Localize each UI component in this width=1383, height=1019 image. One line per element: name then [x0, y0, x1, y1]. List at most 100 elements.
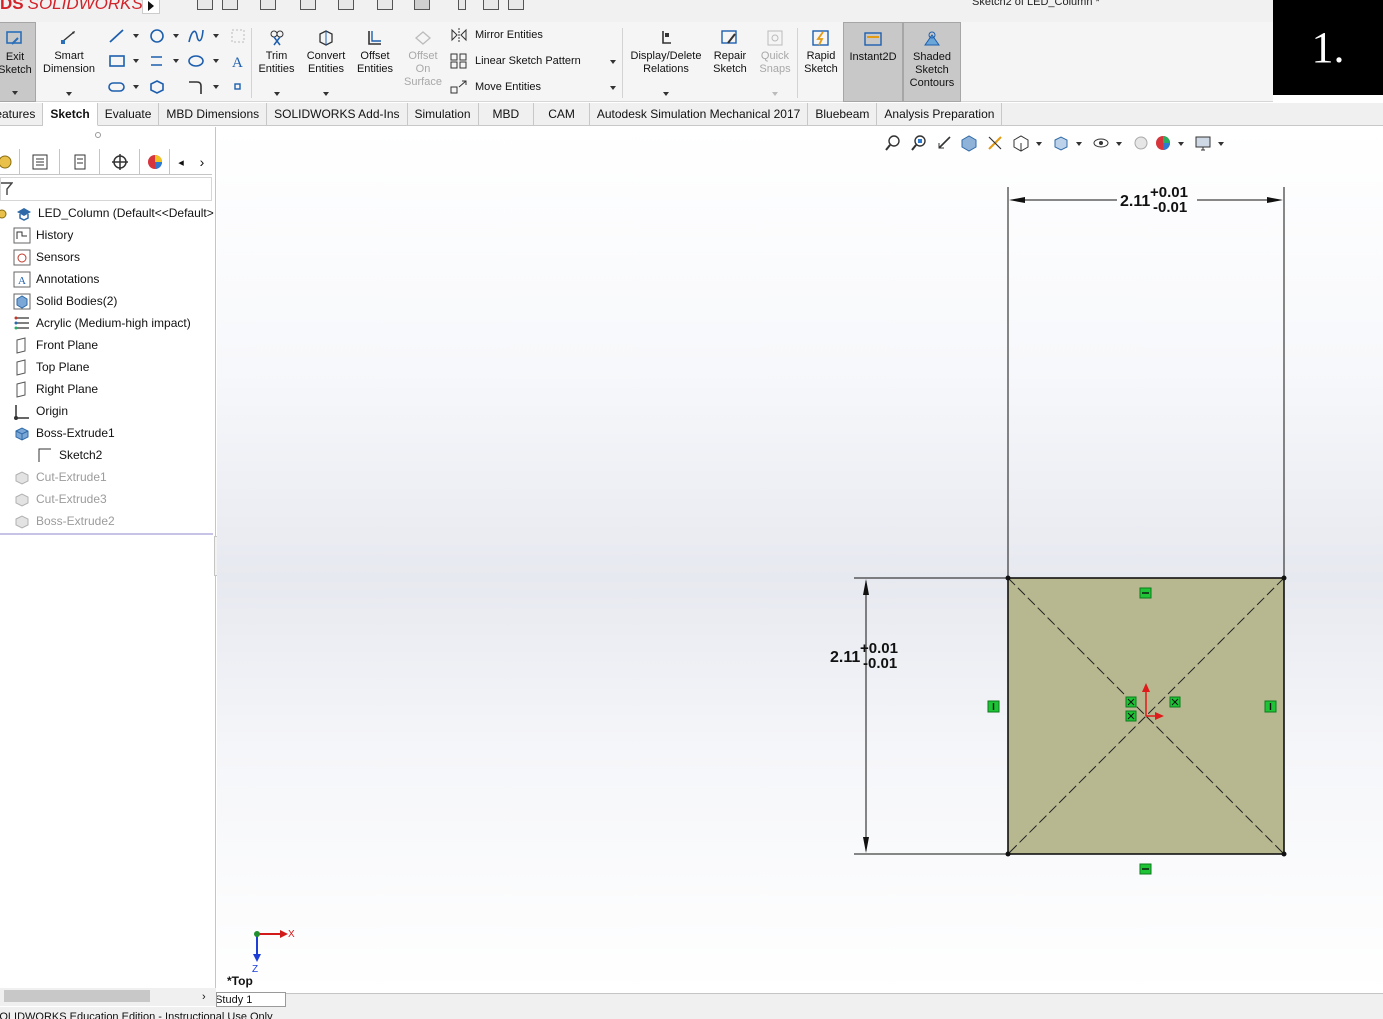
rollback-bar[interactable]	[0, 533, 213, 535]
tree-item-sketch2[interactable]: Sketch2	[35, 444, 102, 466]
tab-analysis-preparation[interactable]: Analysis Preparation	[877, 103, 1003, 126]
instant2d-button[interactable]: Instant2D	[843, 22, 903, 102]
tab-mbd[interactable]: MBD	[479, 103, 535, 126]
save-icon[interactable]	[300, 0, 316, 10]
graphics-area[interactable]: 2.11 +0.01 -0.01 2.11 +0.01 -0.01 X Z *T…	[217, 127, 1383, 993]
tree-item-material[interactable]: Acrylic (Medium-high impact)	[12, 312, 191, 334]
configuration-manager-tab[interactable]	[60, 149, 100, 175]
tree-item-right-plane[interactable]: Right Plane	[12, 378, 98, 400]
rebuild-icon[interactable]	[458, 0, 466, 10]
menu-expand-arrow-icon[interactable]	[142, 0, 160, 14]
tree-item-label: Top Plane	[36, 360, 90, 374]
spline-icon[interactable]	[186, 27, 206, 45]
print-icon[interactable]	[338, 0, 354, 10]
expand-arrow-icon[interactable]	[0, 204, 14, 222]
scrollbar-thumb[interactable]	[4, 990, 150, 1002]
dimxpert-manager-tab[interactable]	[100, 149, 140, 175]
slot-line-icon[interactable]	[107, 78, 127, 96]
file-properties-icon[interactable]	[483, 0, 499, 10]
tree-root-part[interactable]: LED_Column (Default<<Default>	[0, 202, 214, 224]
property-manager-tab[interactable]	[20, 149, 60, 175]
panel-tabs-scroll-right[interactable]: ›	[192, 149, 212, 175]
rapid-sketch-button[interactable]: Rapid Sketch	[800, 22, 842, 102]
sketch-vertex[interactable]	[1005, 851, 1011, 857]
circle-icon[interactable]	[147, 27, 167, 45]
shaded-sketch-contours-button[interactable]: Shaded Sketch Contours	[903, 22, 961, 102]
height-dimension[interactable]: 2.11 +0.01 -0.01	[830, 640, 898, 672]
tab-mbd-dimensions[interactable]: MBD Dimensions	[159, 103, 268, 126]
tab-features[interactable]: Features	[0, 103, 44, 126]
tree-item-boss-extrude2[interactable]: Boss-Extrude2	[12, 510, 115, 532]
new-document-icon[interactable]	[222, 0, 238, 10]
panel-tabs-scroll-left[interactable]: ◂	[170, 149, 192, 175]
tab-simulation[interactable]: Simulation	[408, 103, 479, 126]
trim-entities-button[interactable]: Trim Entities	[254, 22, 299, 102]
feature-manager-tab[interactable]	[0, 149, 20, 175]
exit-sketch-label: Exit Sketch	[0, 51, 32, 76]
display-manager-tab[interactable]	[140, 149, 170, 175]
sketch-vertex[interactable]	[1281, 851, 1287, 857]
select-icon[interactable]	[414, 0, 430, 10]
line-icon[interactable]	[107, 27, 127, 45]
tree-item-boss-extrude1[interactable]: Boss-Extrude1	[12, 422, 115, 444]
panel-collapse-handle[interactable]	[95, 132, 101, 138]
fillet-icon[interactable]	[186, 78, 206, 96]
undo-icon[interactable]	[377, 0, 393, 10]
polygon-icon[interactable]	[147, 78, 167, 96]
vertical-relation-icon[interactable]	[987, 700, 1000, 713]
quick-snaps-button[interactable]: Quick Snaps	[754, 22, 796, 102]
vertical-relation-icon[interactable]	[1264, 700, 1277, 713]
coincident-relation-icon[interactable]	[1125, 696, 1137, 708]
tree-item-sensors[interactable]: Sensors	[12, 246, 80, 268]
tab-sketch[interactable]: Sketch	[43, 103, 98, 126]
origin-icon	[12, 402, 32, 420]
text-icon[interactable]: A	[228, 52, 248, 71]
smart-dimension-button[interactable]: Smart Dimension	[38, 22, 100, 102]
scroll-right-arrow-icon[interactable]: ›	[202, 991, 206, 1003]
coincident-relation-icon[interactable]	[1125, 710, 1137, 722]
sketch-canvas[interactable]: 2.11 +0.01 -0.01 2.11 +0.01 -0.01 X Z	[217, 127, 1383, 993]
home-icon[interactable]	[197, 0, 213, 10]
repair-sketch-button[interactable]: Repair Sketch	[708, 22, 752, 102]
exit-sketch-button[interactable]: Exit Sketch	[0, 22, 36, 102]
coincident-relation-icon[interactable]	[1169, 696, 1181, 708]
tree-item-annotations[interactable]: A Annotations	[12, 268, 99, 290]
motion-study-tab[interactable]: Motion Study 1	[216, 992, 286, 1007]
offset-on-surface-icon	[412, 28, 434, 48]
quick-snaps-label: Quick Snaps	[759, 50, 791, 75]
tab-bluebeam[interactable]: Bluebeam	[808, 103, 878, 126]
mirror-entities-button[interactable]: Mirror Entities	[450, 24, 543, 46]
options-gear-icon[interactable]	[508, 0, 524, 10]
tree-item-cut-extrude1[interactable]: Cut-Extrude1	[12, 466, 107, 488]
horizontal-relation-icon[interactable]	[1139, 587, 1152, 599]
ellipse-icon[interactable]	[186, 52, 206, 70]
tab-solidworks-add-ins[interactable]: SOLIDWORKS Add-Ins	[267, 103, 408, 126]
tree-item-origin[interactable]: Origin	[12, 400, 68, 422]
width-dimension[interactable]: 2.11 +0.01 -0.01	[1120, 184, 1188, 216]
tree-item-solid-bodies[interactable]: Solid Bodies(2)	[12, 290, 117, 312]
linear-sketch-pattern-button[interactable]: Linear Sketch Pattern	[450, 50, 581, 72]
offset-on-surface-button[interactable]: Offset On Surface	[400, 22, 446, 102]
point-icon[interactable]	[228, 78, 248, 96]
horizontal-relation-icon[interactable]	[1139, 863, 1152, 875]
sketch-vertex[interactable]	[1005, 575, 1011, 581]
sketch-vertex[interactable]	[1281, 575, 1287, 581]
tree-item-top-plane[interactable]: Top Plane	[12, 356, 89, 378]
tree-item-front-plane[interactable]: Front Plane	[12, 334, 98, 356]
move-entities-button[interactable]: Move Entities	[450, 76, 541, 98]
feature-tree-filter[interactable]	[0, 177, 212, 201]
convert-entities-button[interactable]: Convert Entities	[302, 22, 350, 102]
sketch-plane-icon[interactable]	[228, 27, 248, 45]
open-icon[interactable]	[260, 0, 276, 10]
display-delete-relations-button[interactable]: Display/Delete Relations	[626, 22, 706, 102]
panel-horizontal-scrollbar[interactable]: ›	[0, 988, 216, 1006]
slot-icon[interactable]	[147, 52, 167, 70]
tab-autodesk-simulation[interactable]: Autodesk Simulation Mechanical 2017	[590, 103, 809, 126]
solidworks-logo[interactable]: DS SOLIDWORKS	[0, 0, 143, 14]
rectangle-icon[interactable]	[107, 52, 127, 70]
offset-entities-button[interactable]: Offset Entities	[352, 22, 398, 102]
tree-item-cut-extrude3[interactable]: Cut-Extrude3	[12, 488, 107, 510]
tab-evaluate[interactable]: Evaluate	[98, 103, 160, 126]
tree-item-history[interactable]: History	[12, 224, 73, 246]
tab-cam[interactable]: CAM	[534, 103, 590, 126]
